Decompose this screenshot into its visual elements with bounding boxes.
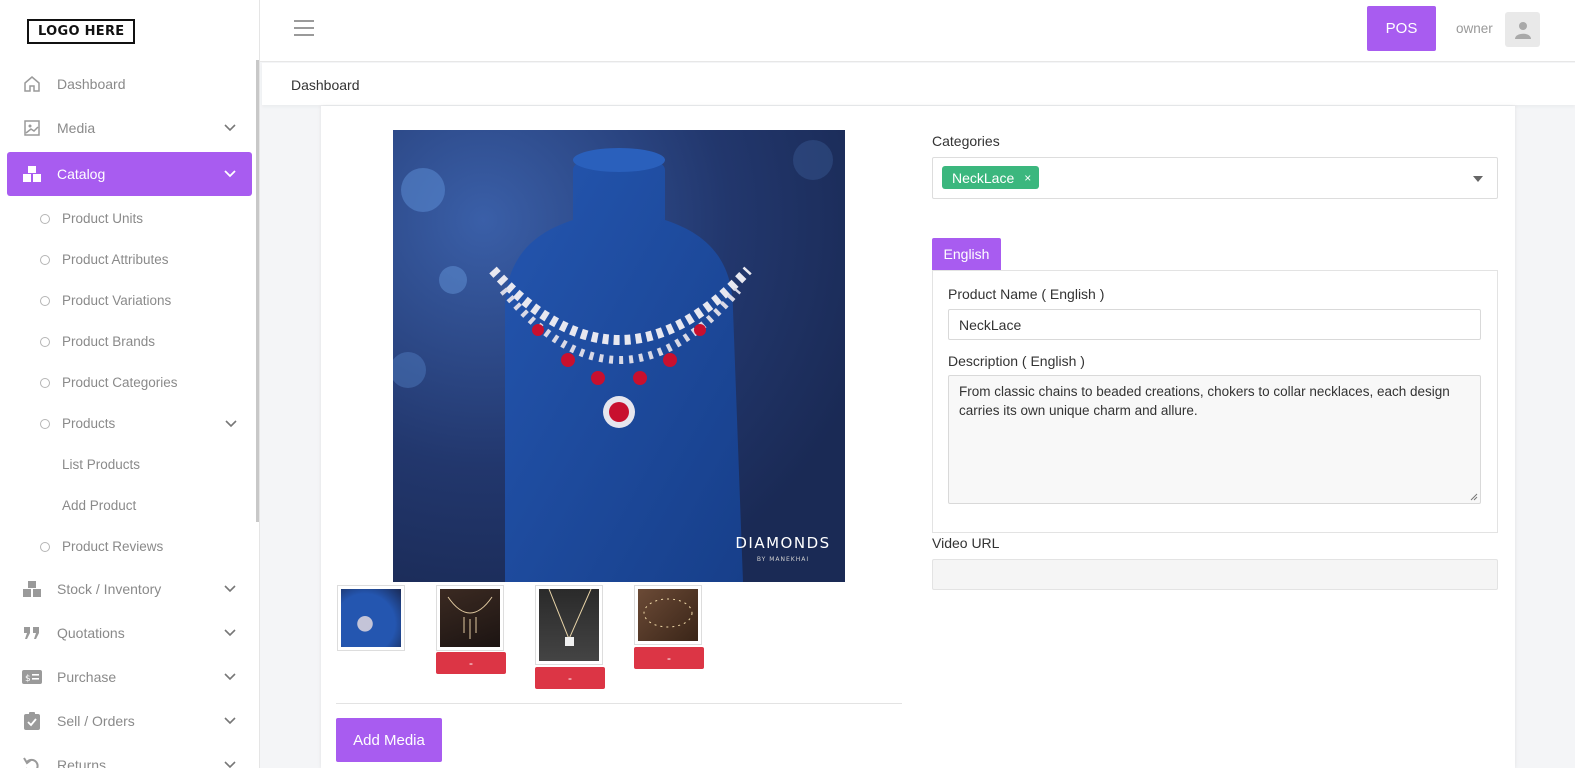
sidebar-item-catalog[interactable]: Catalog (7, 152, 252, 196)
breadcrumb: Dashboard (262, 63, 1575, 105)
chevron-down-icon (223, 121, 237, 135)
sidebar-item-returns[interactable]: Returns (0, 743, 259, 768)
image-caption: DIAMONDS (735, 534, 830, 552)
sidebar-item-dashboard[interactable]: Dashboard (0, 62, 259, 106)
sidebar-subitem-product-brands[interactable]: Product Brands (0, 321, 259, 362)
circle-icon (40, 541, 50, 552)
user-avatar-icon[interactable] (1505, 12, 1540, 47)
circle-icon (40, 295, 50, 306)
chevron-down-icon (223, 714, 237, 728)
boxes-icon (22, 164, 42, 184)
sidebar-item-label: Dashboard (57, 76, 126, 92)
image-subcaption: BY MANEKHAI (757, 556, 809, 563)
boxes-icon (22, 579, 42, 599)
clipboard-check-icon (22, 711, 42, 731)
sidebar-subitem-product-units[interactable]: Product Units (0, 198, 259, 239)
categories-label: Categories (932, 133, 1000, 149)
sidebar-subitem-list-products[interactable]: List Products (0, 444, 259, 485)
video-url-label: Video URL (932, 535, 1000, 551)
remove-media-button[interactable]: - (634, 647, 704, 669)
description-text: From classic chains to beaded creations,… (959, 384, 1450, 418)
sidebar-subitem-label: Products (62, 416, 116, 431)
sidebar-item-label: Purchase (57, 669, 117, 685)
product-name-label: Product Name ( English ) (948, 286, 1105, 302)
chip-remove-icon[interactable]: × (1024, 171, 1031, 185)
sidebar-subitem-label: Add Product (62, 498, 137, 513)
sidebar-subitem-label: List Products (62, 457, 141, 472)
money-card-icon: $ (22, 667, 42, 687)
divider (336, 703, 902, 704)
sidebar-subitem-add-product[interactable]: Add Product (0, 485, 259, 526)
sidebar-item-label: Returns (57, 757, 107, 768)
chevron-down-icon (225, 416, 237, 431)
sidebar-item-sell-orders[interactable]: Sell / Orders (0, 699, 259, 743)
chevron-down-icon (223, 626, 237, 640)
chevron-down-icon (223, 582, 237, 596)
sidebar-subitem-label: Product Attributes (62, 252, 169, 267)
sidebar-item-quotations[interactable]: Quotations (0, 611, 259, 655)
media-thumbnail[interactable] (436, 585, 504, 651)
media-thumbnail[interactable] (337, 585, 405, 651)
sidebar-item-label: Media (57, 120, 96, 136)
sidebar-item-label: Sell / Orders (57, 713, 135, 729)
category-chip: NeckLace × (942, 166, 1040, 189)
circle-icon (40, 418, 50, 429)
remove-media-button[interactable]: - (436, 652, 506, 674)
circle-icon (40, 213, 50, 224)
media-thumbnail[interactable] (634, 585, 702, 645)
chevron-down-icon (223, 758, 237, 768)
svg-text:$: $ (25, 674, 31, 684)
sidebar-subitem-label: Product Brands (62, 334, 156, 349)
add-media-button[interactable]: Add Media (336, 718, 442, 762)
pos-button[interactable]: POS (1367, 6, 1436, 51)
main-product-image: DIAMONDS BY MANEKHAI (393, 130, 845, 582)
home-icon (22, 74, 42, 94)
sidebar-item-purchase[interactable]: $ Purchase (0, 655, 259, 699)
hamburger-menu-icon[interactable] (294, 20, 314, 38)
sidebar-item-stock-inventory[interactable]: Stock / Inventory (0, 567, 259, 611)
categories-select[interactable]: NeckLace × (932, 157, 1498, 199)
tab-english[interactable]: English (932, 238, 1001, 270)
media-thumbnail[interactable] (535, 585, 603, 665)
circle-icon (40, 336, 50, 347)
sidebar-nav: Dashboard Media Catalog Product Units Pr… (0, 62, 259, 768)
sidebar: LOGO HERE Dashboard Media Catalog Produc… (0, 0, 260, 768)
logo[interactable]: LOGO HERE (27, 18, 136, 44)
caret-down-icon[interactable] (1473, 176, 1483, 182)
product-name-field[interactable]: NeckLace (948, 309, 1481, 340)
description-label: Description ( English ) (948, 353, 1085, 369)
category-chip-label: NeckLace (952, 169, 1015, 186)
circle-icon (40, 377, 50, 388)
video-url-field[interactable] (932, 559, 1498, 590)
sidebar-subitem-label: Product Reviews (62, 539, 164, 554)
sidebar-subitem-product-reviews[interactable]: Product Reviews (0, 526, 259, 567)
image-icon (22, 118, 42, 138)
sidebar-subitem-product-variations[interactable]: Product Variations (0, 280, 259, 321)
chevron-down-icon (223, 670, 237, 684)
circle-icon (40, 254, 50, 265)
user-name[interactable]: owner (1456, 21, 1493, 36)
sidebar-subitem-label: Product Categories (62, 375, 178, 390)
product-edit-card: DIAMONDS BY MANEKHAI - - - Add Media Cat… (321, 106, 1515, 768)
top-header: POS owner (260, 0, 1575, 62)
description-textarea[interactable]: From classic chains to beaded creations,… (948, 375, 1481, 504)
sidebar-item-label: Quotations (57, 625, 125, 641)
undo-icon (22, 755, 42, 768)
chevron-down-icon (223, 167, 237, 181)
sidebar-item-media[interactable]: Media (0, 106, 259, 150)
quote-icon (22, 623, 42, 643)
sidebar-subitem-products[interactable]: Products (0, 403, 259, 444)
sidebar-subitem-label: Product Units (62, 211, 144, 226)
sidebar-subitem-product-categories[interactable]: Product Categories (0, 362, 259, 403)
logo-area: LOGO HERE (0, 0, 259, 62)
resize-handle-icon[interactable] (1470, 493, 1478, 501)
sidebar-item-label: Stock / Inventory (57, 581, 162, 597)
sidebar-subitem-product-attributes[interactable]: Product Attributes (0, 239, 259, 280)
sidebar-scrollbar[interactable] (256, 60, 259, 522)
sidebar-item-label: Catalog (57, 166, 106, 182)
remove-media-button[interactable]: - (535, 667, 605, 689)
sidebar-subitem-label: Product Variations (62, 293, 172, 308)
breadcrumb-item[interactable]: Dashboard (291, 77, 360, 93)
